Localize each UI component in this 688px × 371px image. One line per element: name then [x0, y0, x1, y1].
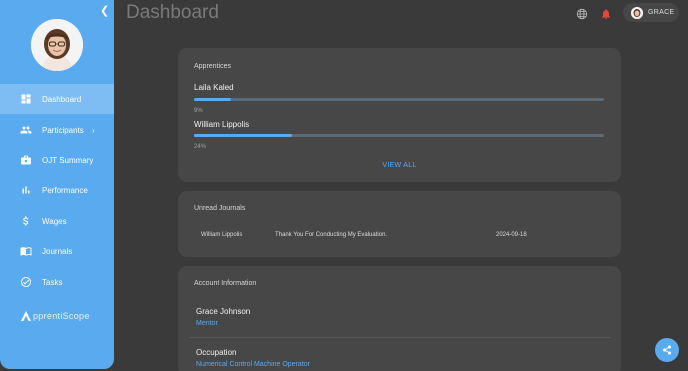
unread-journals-title: Unread Journals: [194, 205, 246, 212]
help-fab-button[interactable]: [655, 338, 679, 362]
briefcase-icon: [20, 154, 32, 166]
bar-chart-icon: [20, 184, 32, 196]
sidebar-item-journals[interactable]: Journals: [0, 236, 114, 266]
apprentice-name[interactable]: Laila Kaled: [194, 83, 234, 92]
sidebar-item-label: Wages: [42, 216, 67, 226]
sidebar-item-participants[interactable]: Participants ›: [0, 115, 114, 145]
divider: [190, 337, 610, 338]
journal-author: William Lippolis: [201, 232, 243, 238]
journal-date: 2024-09-18: [496, 232, 527, 238]
apprentice-progress-bar: [194, 98, 604, 101]
book-icon: [20, 245, 32, 257]
apprentice-name[interactable]: William Lippolis: [194, 120, 249, 129]
view-all-button[interactable]: VIEW ALL: [178, 162, 621, 169]
profile-avatar: [31, 19, 83, 71]
account-name: Grace Johnson: [196, 307, 251, 316]
sidebar-item-label: Performance: [42, 185, 88, 195]
user-menu-button[interactable]: GRACE: [623, 3, 679, 22]
journal-subject: Thank You For Conducting My Evaluation.: [275, 232, 388, 238]
unread-journals-card: Unread Journals William Lippolis Thank Y…: [178, 191, 621, 257]
check-circle-icon: [20, 276, 32, 288]
sidebar-item-label: Tasks: [42, 277, 63, 287]
apprentiscope-logo: pprentiScope: [20, 309, 90, 323]
globe-icon[interactable]: [576, 7, 588, 20]
sidebar-item-label: Journals: [42, 246, 73, 256]
brand-name: pprentiScope: [33, 311, 90, 321]
chevron-right-icon: ›: [92, 125, 95, 135]
apprentice-progress-label: 24%: [194, 144, 207, 150]
apprentice-progress-fill: [194, 134, 293, 137]
user-name: GRACE: [648, 9, 675, 16]
sidebar-item-label: Participants: [42, 125, 84, 135]
apprentice-progress-fill: [194, 98, 231, 101]
people-icon: [20, 124, 32, 136]
sidebar: ❮ Dashboard Participants › OJT Summary P…: [0, 0, 114, 369]
apprentice-progress-label: 9%: [194, 108, 203, 114]
sidebar-item-tasks[interactable]: Tasks: [0, 267, 114, 297]
apprentice-progress-bar: [194, 134, 604, 137]
sidebar-item-performance[interactable]: Performance: [0, 175, 114, 205]
page-title: Dashboard: [126, 2, 219, 23]
occupation-label: Occupation: [196, 348, 237, 357]
logo-a-icon: [21, 311, 31, 321]
occupation-value: Numerical Control Machine Operator: [196, 361, 310, 368]
sidebar-item-label: OJT Summary: [42, 155, 94, 165]
apprentices-title: Apprentices: [194, 63, 231, 70]
sidebar-item-wages[interactable]: Wages: [0, 206, 114, 236]
account-information-title: Account Information: [194, 280, 257, 287]
account-role: Mentor: [196, 320, 218, 327]
user-avatar: [631, 6, 643, 19]
notification-bell-icon[interactable]: [600, 7, 612, 19]
account-information-card: Account Information Grace Johnson Mentor…: [178, 266, 621, 371]
sidebar-item-dashboard[interactable]: Dashboard: [0, 84, 114, 114]
sidebar-item-ojt-summary[interactable]: OJT Summary: [0, 145, 114, 175]
collapse-sidebar-icon[interactable]: ❮: [100, 5, 110, 17]
apprentices-card: Apprentices Laila Kaled 9% William Lippo…: [178, 48, 621, 182]
share-icon: [663, 345, 671, 355]
dashboard-icon: [20, 93, 32, 105]
sidebar-item-label: Dashboard: [42, 94, 82, 104]
dollar-icon: [20, 215, 32, 227]
